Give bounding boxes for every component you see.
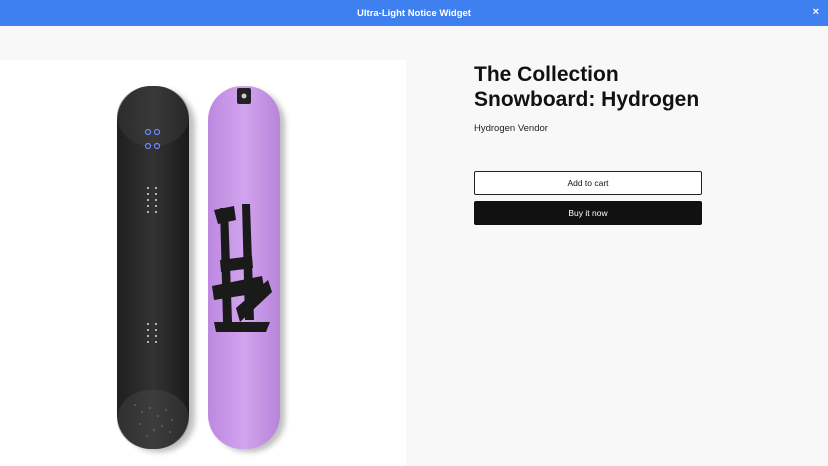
buy-now-button[interactable]: Buy it now bbox=[474, 201, 702, 225]
close-icon[interactable]: × bbox=[813, 7, 819, 18]
product-image[interactable]: H2 bbox=[0, 60, 406, 466]
product-vendor: Hydrogen Vendor bbox=[474, 123, 548, 134]
purple-snowboard: H2 bbox=[208, 86, 280, 449]
add-to-cart-button[interactable]: Add to cart bbox=[474, 171, 702, 195]
notice-bar: Ultra-Light Notice Widget × bbox=[0, 0, 828, 26]
product-title: The Collection Snowboard: Hydrogen bbox=[474, 63, 700, 111]
product-info: The Collection Snowboard: Hydrogen Hydro… bbox=[474, 60, 704, 134]
header-strip bbox=[0, 26, 828, 60]
snowboards-illustration: H2 bbox=[117, 86, 285, 452]
notice-text: Ultra-Light Notice Widget bbox=[357, 7, 471, 19]
dark-snowboard bbox=[117, 86, 189, 449]
